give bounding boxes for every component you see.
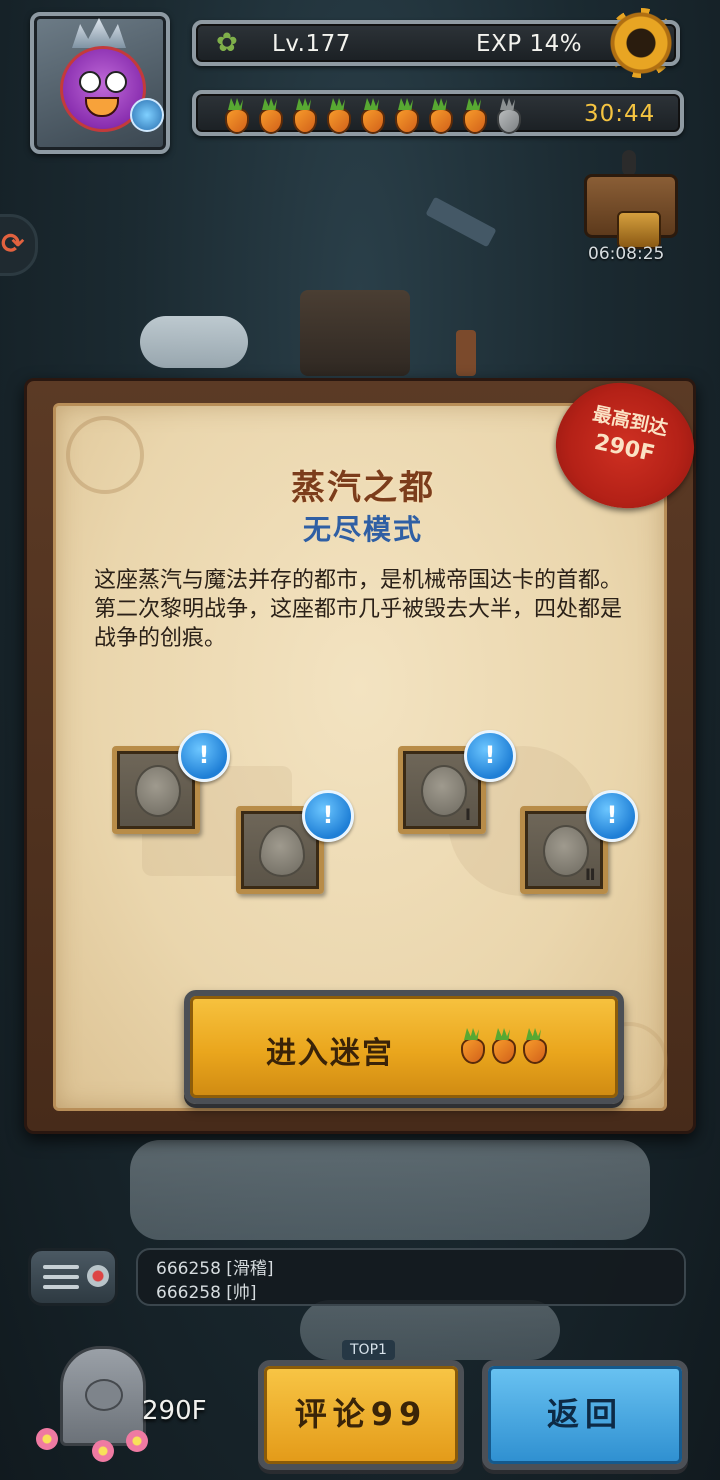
new-badge-icon: ! xyxy=(178,730,230,782)
new-badge-icon-2: ! xyxy=(302,790,354,842)
back-button-label: 返回 xyxy=(546,1395,623,1433)
chat-box[interactable]: 666258 [滑稽] 666258 [帅] xyxy=(136,1248,686,1306)
arrow-icon: ⟳ xyxy=(1,227,25,260)
satellite-decoration xyxy=(425,196,497,248)
carrot-icon xyxy=(322,98,353,134)
carrot-icon xyxy=(458,98,489,134)
current-floor: 290F xyxy=(142,1396,207,1426)
tower-decoration xyxy=(456,330,476,376)
avatar-mouth xyxy=(85,97,119,117)
empty-carrot-icon xyxy=(492,98,523,134)
avatar-left-eye xyxy=(79,71,101,93)
player-avatar[interactable] xyxy=(30,12,170,154)
new-badge-icon-4: ! xyxy=(586,790,638,842)
new-badge-icon-3: ! xyxy=(464,730,516,782)
carrot-icon xyxy=(220,98,251,134)
tier-two-mark: Ⅱ xyxy=(585,865,596,884)
chat-message: 666258 [滑稽] xyxy=(156,1259,274,1279)
stage-mode: 无尽模式 xyxy=(302,513,423,546)
chest-sign xyxy=(584,174,678,249)
review-button-label: 评论99 xyxy=(294,1395,428,1433)
chest-timer: 06:08:25 xyxy=(588,244,665,264)
snow-ground-decoration xyxy=(130,1140,650,1240)
back-button[interactable]: 返回 xyxy=(482,1360,688,1470)
snowy-island-decoration xyxy=(140,316,248,368)
orb-icon xyxy=(130,98,164,132)
energy-carrots xyxy=(220,98,523,134)
pig-face-icon xyxy=(85,1379,123,1411)
flower-icon xyxy=(36,1428,58,1450)
leaf-icon xyxy=(259,825,305,877)
review-button[interactable]: 评论99 xyxy=(258,1360,464,1470)
side-menu-arrow[interactable]: ⟳ xyxy=(0,214,38,276)
exp-label: EXP 14% xyxy=(476,31,583,57)
tier-one-mark: Ⅰ xyxy=(465,805,471,824)
clover-icon: ✿ xyxy=(216,28,238,58)
top-rank-tag: TOP1 xyxy=(342,1340,395,1360)
energy-timer: 30:44 xyxy=(584,101,656,127)
cost-carrot-icon xyxy=(487,1028,518,1064)
enter-cost-carrots xyxy=(456,1028,549,1064)
cost-carrot-icon xyxy=(456,1028,487,1064)
gumball-icon-2 xyxy=(543,825,589,877)
level-label: Lv.177 xyxy=(272,31,351,57)
cost-carrot-icon xyxy=(518,1028,549,1064)
carrot-icon xyxy=(390,98,421,134)
chat-message-2: 666258 [帅] xyxy=(156,1283,257,1303)
carrot-icon xyxy=(254,98,285,134)
carrot-icon xyxy=(424,98,455,134)
chat-line-icon xyxy=(43,1265,79,1269)
chat-line-icon-3 xyxy=(43,1285,79,1289)
chest-hook-icon xyxy=(622,150,636,176)
stage-description: 这座蒸汽与魔法并存的都市，是机械帝国达卡的首都。第二次黎明战争，这座都市几乎被毁… xyxy=(94,568,623,651)
energy-bar: 30:44 xyxy=(192,90,684,136)
radio-knob-icon xyxy=(87,1265,109,1287)
settings-gear-icon[interactable] xyxy=(606,8,676,78)
steam-factory-decoration xyxy=(300,290,410,376)
flower-icon-3 xyxy=(126,1430,148,1452)
enter-maze-label: 进入迷宫 xyxy=(266,1036,394,1071)
crown-icon xyxy=(72,18,126,48)
chat-line-icon-2 xyxy=(43,1275,79,1279)
gumball-icon xyxy=(421,765,467,817)
snow-ground-decoration-2 xyxy=(300,1300,560,1360)
treasure-chest-button[interactable]: 06:08:25 xyxy=(578,150,682,264)
avatar-right-eye xyxy=(105,71,127,93)
panel-parchment: 蒸汽之都 无尽模式 这座蒸汽与魔法并存的都市，是机械帝国达卡的首都。第二次黎明战… xyxy=(53,403,668,1111)
carrot-icon xyxy=(288,98,319,134)
chat-toggle-button[interactable] xyxy=(28,1248,118,1306)
vase-icon xyxy=(135,765,181,817)
carrot-icon xyxy=(356,98,387,134)
flower-icon-2 xyxy=(92,1440,114,1462)
enter-maze-button[interactable]: 进入迷宫 xyxy=(184,990,624,1104)
